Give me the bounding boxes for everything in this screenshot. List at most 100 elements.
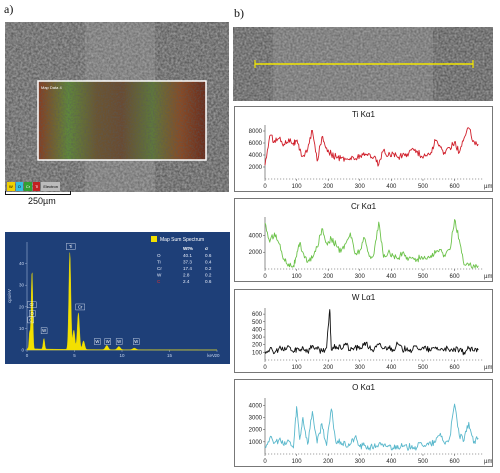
ti-profile-frame: Ti Kα1 2000 4000 6000 8000 0 100 200 300 400 500 60… bbox=[234, 106, 493, 192]
cr-profile-x-tick-label: 600 bbox=[450, 274, 461, 280]
sem-linescan-texture bbox=[233, 27, 493, 101]
spectrum-table-sigma: 0.6 bbox=[205, 253, 212, 258]
w-profile-x-tick-label: 300 bbox=[355, 365, 366, 371]
spectrum-peak-label: C bbox=[29, 317, 32, 322]
panel-a-label: a) bbox=[4, 2, 14, 16]
spectrum-x-tick-label: 20 bbox=[214, 353, 220, 358]
panel-b-label: b) bbox=[234, 6, 244, 20]
ti-profile-x-tick-label: 300 bbox=[355, 184, 366, 190]
spectrum-peak-label: W bbox=[134, 339, 138, 344]
spectrum-table-element: O bbox=[157, 253, 161, 258]
w-profile-line bbox=[264, 309, 479, 356]
scale-bar-tick-left bbox=[5, 191, 6, 195]
ti-profile-x-tick-label: 0 bbox=[263, 184, 267, 190]
spectrum-table-element: Cr bbox=[157, 266, 162, 271]
w-profile-y-tick-label: 600 bbox=[252, 312, 263, 318]
ti-profile-y-tick-label: 4000 bbox=[249, 153, 263, 159]
o-profile-chart: O Kα1 1000 2000 3000 4000 0 100 200 300 400 500 600… bbox=[249, 383, 493, 465]
ti-profile-y-tick-label: 6000 bbox=[249, 141, 263, 147]
o-profile-x-tick-label: 300 bbox=[355, 459, 366, 465]
ti-profile-x-tick-label: 600 bbox=[450, 184, 461, 190]
o-profile-line bbox=[264, 403, 479, 451]
spectrum-table-header: Wt% bbox=[183, 246, 193, 251]
cr-profile-x-tick-label: 200 bbox=[323, 274, 334, 280]
o-profile-frame: O Kα1 1000 2000 3000 4000 0 100 200 300 400 500 600… bbox=[234, 379, 493, 467]
sem-texture: Map Data 4 bbox=[5, 22, 229, 192]
o-profile-title: O Kα1 bbox=[352, 383, 375, 392]
legend-w: W bbox=[7, 182, 15, 191]
ti-profile-x-tick-label: 200 bbox=[323, 184, 334, 190]
legend-cr: Cr bbox=[23, 182, 33, 191]
cr-profile-y-tick-label: 4000 bbox=[249, 233, 263, 239]
scale-bar-label: 250µm bbox=[28, 196, 56, 206]
o-profile-y-tick-label: 3000 bbox=[249, 415, 263, 421]
spectrum-peak-label: W bbox=[42, 328, 46, 333]
w-profile-x-tick-label: 400 bbox=[386, 365, 397, 371]
w-profile-x-tick-label: 200 bbox=[323, 365, 334, 371]
cr-profile-frame: Cr Kα1 2000 4000 0 100 200 300 400 500 600 µm bbox=[234, 198, 493, 282]
cr-profile-xlabel: µm bbox=[484, 274, 492, 280]
sem-map-image: Map Data 4 W O Cr Ti Electron bbox=[5, 22, 229, 192]
w-profile-x-tick-label: 0 bbox=[263, 365, 267, 371]
legend-o: O bbox=[15, 182, 23, 191]
map-legend: W O Cr Ti Electron bbox=[7, 182, 61, 191]
spectrum-table-element: W bbox=[157, 273, 162, 278]
cr-profile-x-tick-label: 300 bbox=[355, 274, 366, 280]
cr-profile-x-tick-label: 100 bbox=[292, 274, 303, 280]
cr-profile-line bbox=[264, 219, 479, 269]
ti-profile-y-tick-label: 8000 bbox=[249, 129, 263, 135]
spectrum-table-wt: 17.4 bbox=[183, 266, 192, 271]
o-profile-x-tick-label: 200 bbox=[323, 459, 334, 465]
spectrum-table-sigma: 0.2 bbox=[205, 273, 212, 278]
ti-profile-y-tick-label: 2000 bbox=[249, 165, 263, 171]
spectrum-table-element: Ti bbox=[157, 260, 161, 265]
w-profile-x-tick-label: 100 bbox=[292, 365, 303, 371]
eds-spectrum: 0 10 20 30 40 0 5 10 15 20 keV cps/eV Cr O C W Ti Cr W W W W M… bbox=[5, 232, 230, 364]
spectrum-peak-label: Cr bbox=[30, 302, 35, 307]
cr-profile-title: Cr Kα1 bbox=[351, 202, 377, 211]
ti-profile-x-tick-label: 100 bbox=[292, 184, 303, 190]
map-box-title: Map Data 4 bbox=[41, 85, 62, 90]
spectrum-title: Map Sum Spectrum bbox=[160, 237, 204, 243]
w-profile-y-tick-label: 500 bbox=[252, 320, 263, 326]
spectrum-peak-label: W bbox=[106, 339, 110, 344]
sem-linescan-image bbox=[233, 27, 493, 101]
spectrum-table-wt: 2.4 bbox=[183, 279, 190, 284]
spectrum-y-tick-label: 30 bbox=[19, 283, 25, 288]
o-profile-x-tick-label: 400 bbox=[386, 459, 397, 465]
spectrum-peak-label: W bbox=[117, 339, 121, 344]
spectrum-legend-swatch bbox=[151, 236, 157, 242]
cr-profile-x-tick-label: 0 bbox=[263, 274, 267, 280]
o-profile-y-tick-label: 4000 bbox=[249, 403, 263, 409]
w-profile-x-tick-label: 600 bbox=[450, 365, 461, 371]
spectrum-table-wt: 40.1 bbox=[183, 253, 192, 258]
o-profile-x-tick-label: 0 bbox=[263, 459, 267, 465]
w-profile-x-tick-label: 500 bbox=[418, 365, 429, 371]
o-profile-x-tick-label: 600 bbox=[450, 459, 461, 465]
w-profile-chart: W Lα11002003004005006000 100 200 300 400 500 6… bbox=[252, 293, 492, 371]
ti-profile-xlabel: µm bbox=[484, 184, 492, 190]
w-profile-title: W Lα1 bbox=[352, 293, 376, 302]
ti-profile-x-tick-label: 500 bbox=[418, 184, 429, 190]
scale-bar-line bbox=[5, 194, 71, 195]
cr-profile-x-tick-label: 500 bbox=[418, 274, 429, 280]
w-profile-y-tick-label: 200 bbox=[252, 343, 263, 349]
legend-electron: Electron bbox=[41, 182, 61, 191]
spectrum-y-tick-label: 40 bbox=[19, 261, 25, 266]
spectrum-ylabel: cps/eV bbox=[7, 289, 12, 303]
o-profile-y-tick-label: 2000 bbox=[249, 428, 263, 434]
spectrum-peak-label: Cr bbox=[78, 304, 83, 309]
spectrum-table-sigma: 0.2 bbox=[205, 266, 212, 271]
ti-profile-chart: Ti Kα1 2000 4000 6000 8000 0 100 200 300 400 500 60… bbox=[249, 110, 493, 190]
ti-profile-line bbox=[264, 127, 479, 167]
spectrum-table-sigma: 0.6 bbox=[205, 279, 212, 284]
legend-ti: Ti bbox=[33, 182, 41, 191]
o-profile-x-tick-label: 100 bbox=[292, 459, 303, 465]
ti-profile-title: Ti Kα1 bbox=[352, 110, 376, 119]
spectrum-background bbox=[5, 232, 230, 364]
spectrum-table-wt: 2.8 bbox=[183, 273, 190, 278]
o-profile-x-tick-label: 500 bbox=[418, 459, 429, 465]
w-profile-y-tick-label: 100 bbox=[252, 350, 263, 356]
scale-bar-tick-right bbox=[70, 191, 71, 195]
w-profile-frame: W Lα1 100 200 300 400 500 600 0 100 200 300 400 500 6… bbox=[234, 289, 493, 373]
